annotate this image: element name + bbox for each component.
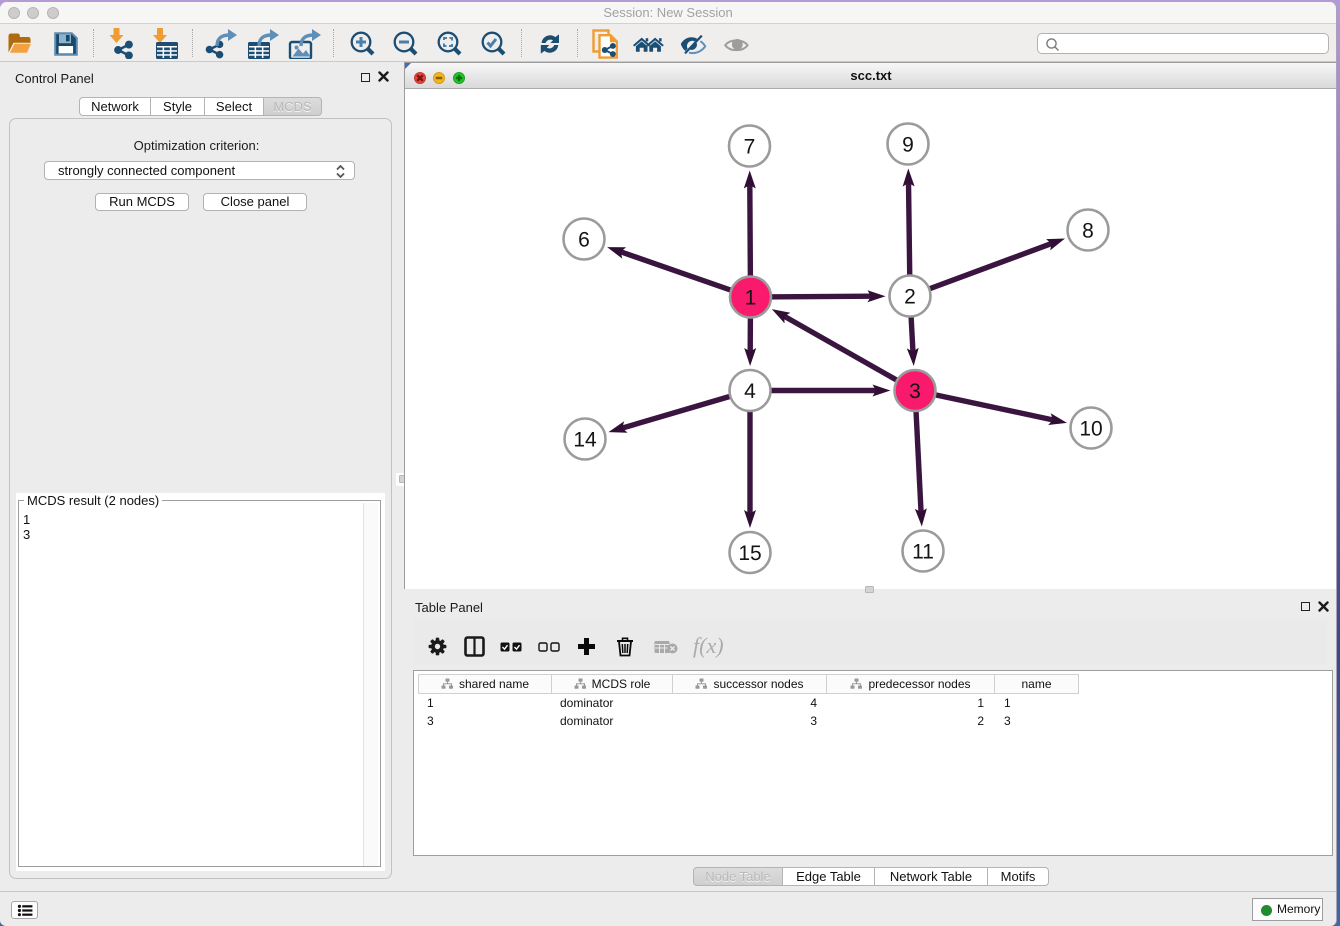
svg-text:7: 7 (744, 136, 756, 159)
svg-text:8: 8 (1082, 220, 1094, 243)
svg-text:4: 4 (744, 380, 756, 403)
svg-text:15: 15 (738, 542, 761, 565)
svg-text:6: 6 (578, 229, 590, 252)
svg-text:11: 11 (912, 541, 934, 564)
svg-text:3: 3 (909, 380, 921, 403)
svg-text:1: 1 (745, 287, 757, 310)
svg-text:9: 9 (902, 134, 914, 157)
svg-text:2: 2 (904, 286, 916, 309)
svg-text:10: 10 (1079, 418, 1102, 441)
svg-text:14: 14 (573, 429, 597, 452)
